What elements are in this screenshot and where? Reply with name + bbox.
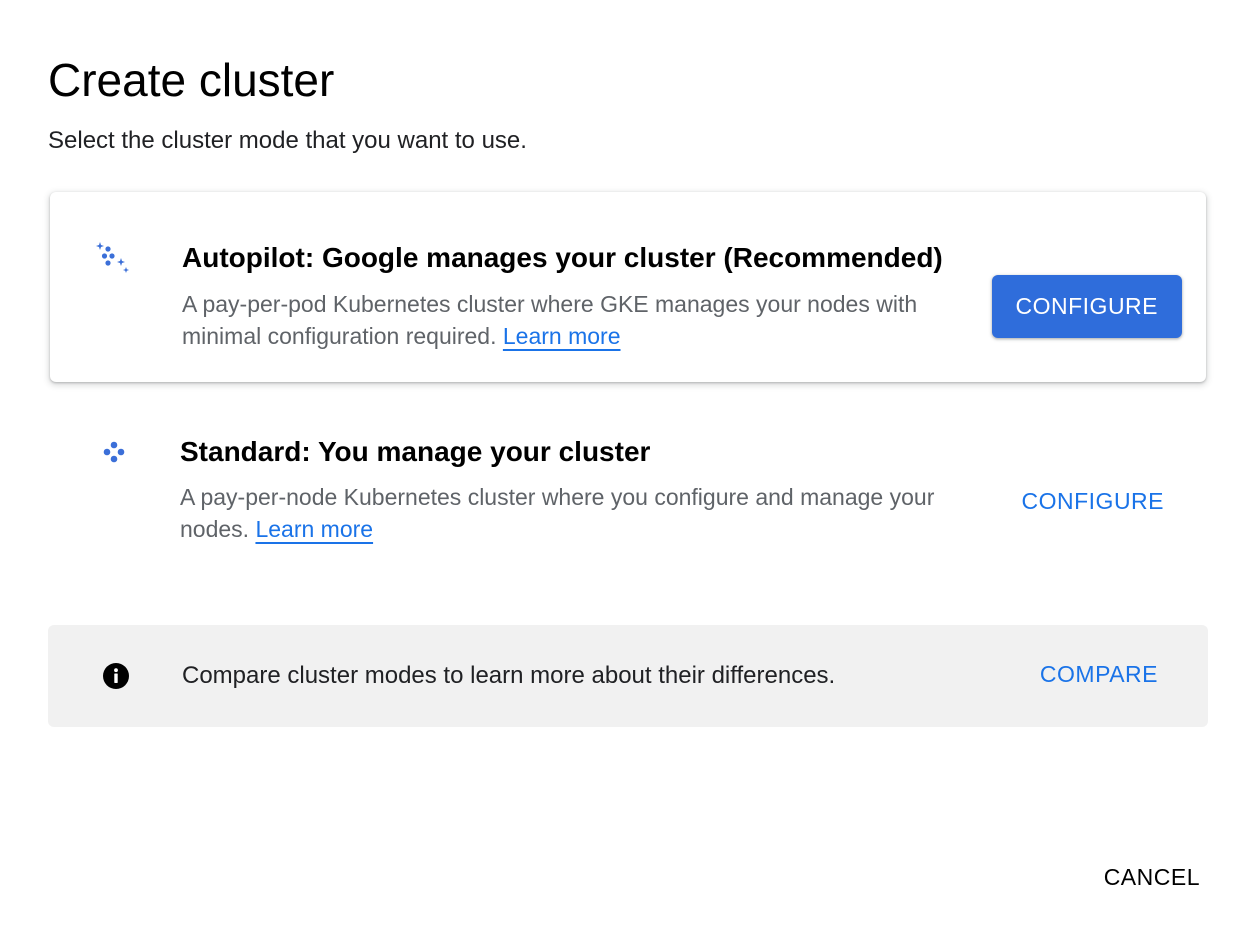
autopilot-option-card: Autopilot: Google manages your cluster (… <box>50 192 1206 382</box>
autopilot-learn-more-link[interactable]: Learn more <box>503 323 621 349</box>
standard-nodes-icon <box>103 441 125 463</box>
autopilot-description: A pay-per-pod Kubernetes cluster where G… <box>182 288 962 352</box>
compare-button[interactable]: COMPARE <box>1024 653 1174 696</box>
compare-banner-text: Compare cluster modes to learn more abou… <box>182 662 836 689</box>
info-icon <box>103 663 129 689</box>
autopilot-configure-button[interactable]: CONFIGURE <box>991 275 1182 338</box>
compare-banner: Compare cluster modes to learn more abou… <box>48 625 1208 727</box>
standard-configure-button[interactable]: CONFIGURE <box>1006 480 1181 523</box>
create-cluster-dialog: Create cluster Select the cluster mode t… <box>0 0 1256 944</box>
cancel-button[interactable]: CANCEL <box>1088 856 1216 899</box>
standard-description: A pay-per-node Kubernetes cluster where … <box>180 481 980 545</box>
standard-learn-more-link[interactable]: Learn more <box>255 516 373 542</box>
dialog-subtitle: Select the cluster mode that you want to… <box>48 127 527 154</box>
autopilot-title: Autopilot: Google manages your cluster (… <box>182 242 943 273</box>
standard-title: Standard: You manage your cluster <box>180 436 651 467</box>
autopilot-sparkle-icon <box>96 242 129 273</box>
dialog-title: Create cluster <box>48 54 335 106</box>
standard-option-card: Standard: You manage your cluster A pay-… <box>50 392 1206 582</box>
